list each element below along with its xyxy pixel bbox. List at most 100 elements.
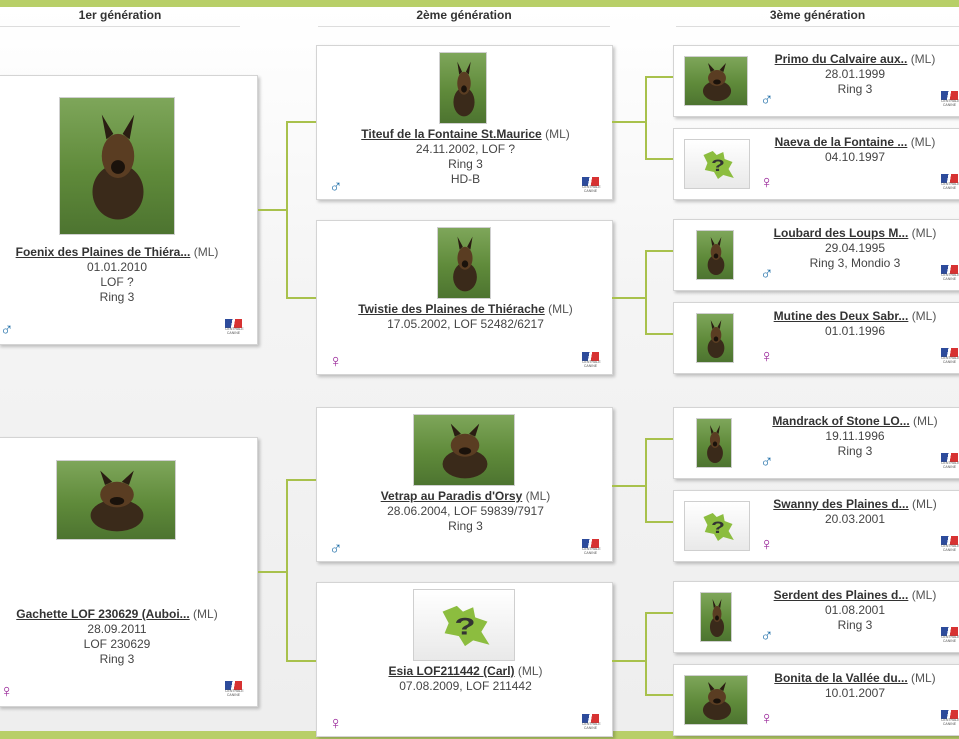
- dog-card-gen3: ? Naeva de la Fontaine ... (ML) 04.10.1997…: [673, 128, 959, 200]
- connector-line: [645, 76, 673, 78]
- centrale-canine-logo: CENTRALE CANINE: [582, 714, 601, 730]
- dog-detail: 01.08.2001: [824, 603, 886, 617]
- dog-card-gen3: ? Swanny des Plaines d... (ML) 20.03.2001 ♀…: [673, 490, 959, 562]
- connector-line: [645, 521, 673, 523]
- connector-line: [258, 209, 286, 211]
- connector-line: [258, 571, 286, 573]
- placeholder-photo[interactable]: ?: [684, 139, 750, 189]
- dog-photo[interactable]: [696, 313, 734, 363]
- connector-line: [612, 660, 646, 662]
- question-mark: ?: [454, 613, 475, 640]
- dog-photo[interactable]: [59, 97, 175, 235]
- dog-name-link[interactable]: Twistie des Plaines de Thiérache: [358, 302, 545, 316]
- dog-name-link[interactable]: Vetrap au Paradis d'Orsy: [381, 489, 523, 503]
- dog-name-link[interactable]: Primo du Calvaire aux..: [775, 52, 908, 66]
- dog-name-line: Foenix des Plaines de Thiéra... (ML): [0, 245, 235, 260]
- dog-card-gen3: Primo du Calvaire aux.. (ML) 28.01.1999 Ri…: [673, 45, 959, 117]
- dog-photo[interactable]: [439, 52, 487, 124]
- centrale-canine-logo: CENTRALE CANINE: [582, 352, 601, 368]
- dog-name-link[interactable]: Serdent des Plaines d...: [774, 588, 909, 602]
- connector-line: [645, 250, 673, 252]
- dog-name-link[interactable]: Titeuf de la Fontaine St.Maurice: [361, 127, 541, 141]
- male-icon: ♂: [329, 538, 343, 558]
- dog-card-gen3: Serdent des Plaines d... (ML) 01.08.2001 R…: [673, 581, 959, 653]
- male-icon: ♂: [760, 625, 774, 645]
- male-icon: ♂: [760, 263, 774, 283]
- dog-name-link[interactable]: Mutine des Deux Sabr...: [774, 309, 909, 323]
- dog-detail: Ring 3: [448, 157, 483, 171]
- header-generation-2: 2ème génération: [318, 8, 610, 27]
- centrale-canine-logo: CENTRALE CANINE: [941, 348, 959, 364]
- connector-line: [286, 121, 288, 299]
- female-icon: ♀: [760, 534, 774, 554]
- dog-detail: LOF ?: [100, 275, 134, 289]
- centrale-canine-logo: CENTRALE CANINE: [941, 710, 959, 726]
- breed-code: (ML): [910, 52, 936, 66]
- dog-name-link[interactable]: Loubard des Loups M...: [774, 226, 909, 240]
- dog-photo[interactable]: [684, 56, 748, 106]
- dog-card-gen2: ? Esia LOF211442 (Carl) (ML) 07.08.2009, L…: [316, 582, 613, 737]
- dog-name-line: Vetrap au Paradis d'Orsy (ML): [317, 489, 614, 504]
- female-icon: ♀: [760, 172, 774, 192]
- dog-photo[interactable]: [684, 675, 748, 725]
- dog-detail: Ring 3: [837, 82, 873, 96]
- male-icon: ♂: [329, 176, 343, 196]
- dog-photo[interactable]: [700, 592, 732, 642]
- dog-info: Naeva de la Fontaine ... (ML) 04.10.1997: [766, 135, 944, 165]
- dog-photo[interactable]: [56, 460, 176, 540]
- question-mark: ?: [711, 156, 725, 175]
- dog-card-gen1: Gachette LOF 230629 (Auboi... (ML) 28.09.…: [0, 437, 258, 707]
- connector-line: [612, 485, 646, 487]
- dog-photo[interactable]: [437, 227, 491, 299]
- connector-line: [645, 612, 673, 614]
- dog-name-link[interactable]: Mandrack of Stone LO...: [772, 414, 909, 428]
- dog-photo[interactable]: [696, 230, 734, 280]
- connector-line: [286, 479, 316, 481]
- dog-name-line: Gachette LOF 230629 (Auboi... (ML): [0, 607, 235, 622]
- dog-name-link[interactable]: Bonita de la Vallée du...: [774, 671, 907, 685]
- dog-name-line: Loubard des Loups M... (ML): [766, 226, 944, 241]
- dog-detail: Ring 3, Mondio 3: [809, 256, 901, 270]
- dog-name-line: Titeuf de la Fontaine St.Maurice (ML): [317, 127, 614, 142]
- centrale-canine-logo: CENTRALE CANINE: [941, 536, 959, 552]
- breed-code: (ML): [193, 607, 218, 621]
- centrale-canine-logo: CENTRALE CANINE: [225, 319, 244, 335]
- connector-line: [645, 250, 647, 335]
- placeholder-photo[interactable]: ?: [684, 501, 750, 551]
- female-icon: ♀: [760, 346, 774, 366]
- dog-photo[interactable]: [696, 418, 732, 468]
- centrale-canine-logo: CENTRALE CANINE: [582, 177, 601, 193]
- dog-detail: 28.01.1999: [824, 67, 886, 81]
- connector-line: [645, 612, 647, 696]
- connector-line: [286, 121, 316, 123]
- breed-code: (ML): [911, 671, 936, 685]
- dog-card-gen3: Mutine des Deux Sabr... (ML) 01.01.1996 ♀ C…: [673, 302, 959, 374]
- connector-line: [645, 438, 647, 523]
- dog-name-link[interactable]: Esia LOF211442 (Carl): [388, 664, 514, 678]
- dog-name-link[interactable]: Foenix des Plaines de Thiéra...: [16, 245, 191, 259]
- dog-card-gen3: Loubard des Loups M... (ML) 29.04.1995 Rin…: [673, 219, 959, 291]
- centrale-canine-logo: CENTRALE CANINE: [941, 265, 959, 281]
- header-generation-3: 3ème génération: [676, 8, 959, 27]
- dog-detail: 24.11.2002, LOF ?: [415, 142, 516, 156]
- dog-photo[interactable]: [413, 414, 515, 486]
- dog-name-link[interactable]: Naeva de la Fontaine ...: [775, 135, 908, 149]
- dog-info: Mandrack of Stone LO... (ML) 19.11.1996 Ri…: [766, 414, 944, 459]
- dog-name-link[interactable]: Gachette LOF 230629 (Auboi...: [16, 607, 189, 621]
- connector-line: [645, 438, 673, 440]
- dog-detail: 20.03.2001: [824, 512, 886, 526]
- dog-name-line: Naeva de la Fontaine ... (ML): [766, 135, 944, 150]
- top-accent-bar: [0, 0, 959, 7]
- breed-code: (ML): [525, 489, 551, 503]
- dog-name-line: Serdent des Plaines d... (ML): [766, 588, 944, 603]
- dog-info: Vetrap au Paradis d'Orsy (ML) 28.06.2004,…: [317, 489, 614, 534]
- dog-detail: 17.05.2002, LOF 52482/6217: [387, 317, 544, 331]
- dog-detail: 19.11.1996: [825, 429, 885, 443]
- dog-info: Loubard des Loups M... (ML) 29.04.1995 Rin…: [766, 226, 944, 271]
- dog-name-line: Swanny des Plaines d... (ML): [766, 497, 944, 512]
- dog-detail: 01.01.2010: [86, 260, 148, 274]
- placeholder-photo[interactable]: ?: [413, 589, 515, 661]
- connector-line: [286, 479, 288, 662]
- dog-name-link[interactable]: Swanny des Plaines d...: [773, 497, 908, 511]
- connector-line: [645, 76, 647, 160]
